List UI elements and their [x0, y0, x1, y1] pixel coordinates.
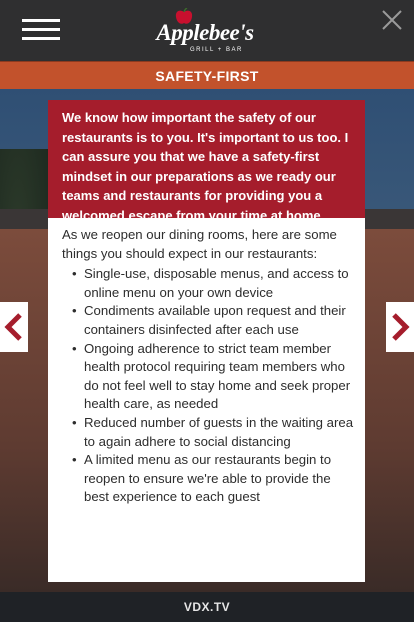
panel-body: As we reopen our dining rooms, here are … — [48, 218, 365, 507]
footer-brand[interactable]: VDX.TV — [0, 592, 414, 622]
previous-button[interactable] — [0, 302, 28, 352]
hamburger-icon-bar — [22, 28, 60, 31]
close-icon — [382, 10, 402, 30]
header: Applebee's GRILL + BAR — [0, 0, 414, 61]
panel-intro: As we reopen our dining rooms, here are … — [62, 227, 337, 261]
list-item: Condiments available upon request and th… — [72, 302, 355, 339]
section-banner: SAFETY-FIRST — [0, 61, 414, 90]
list-item: Reduced number of guests in the waiting … — [72, 414, 355, 451]
hamburger-icon-bar — [22, 37, 60, 40]
chevron-left-icon — [4, 313, 22, 341]
next-button[interactable] — [386, 302, 414, 352]
list-item: Ongoing adherence to strict team member … — [72, 340, 355, 414]
list-item: A limited menu as our restaurants begin … — [72, 451, 355, 507]
logo-text: Applebee's — [156, 20, 254, 45]
content-panel: We know how important the safety of our … — [48, 100, 365, 582]
hamburger-icon — [22, 19, 60, 22]
panel-headline: We know how important the safety of our … — [48, 100, 365, 223]
close-button[interactable] — [380, 8, 404, 32]
expectations-list: Single-use, disposable menus, and access… — [62, 265, 355, 507]
list-item: Single-use, disposable menus, and access… — [72, 265, 355, 302]
chevron-right-icon — [392, 313, 410, 341]
applebees-logo: Applebee's GRILL + BAR — [150, 6, 270, 56]
hamburger-menu-button[interactable] — [22, 19, 62, 41]
logo-subtext: GRILL + BAR — [190, 47, 243, 53]
